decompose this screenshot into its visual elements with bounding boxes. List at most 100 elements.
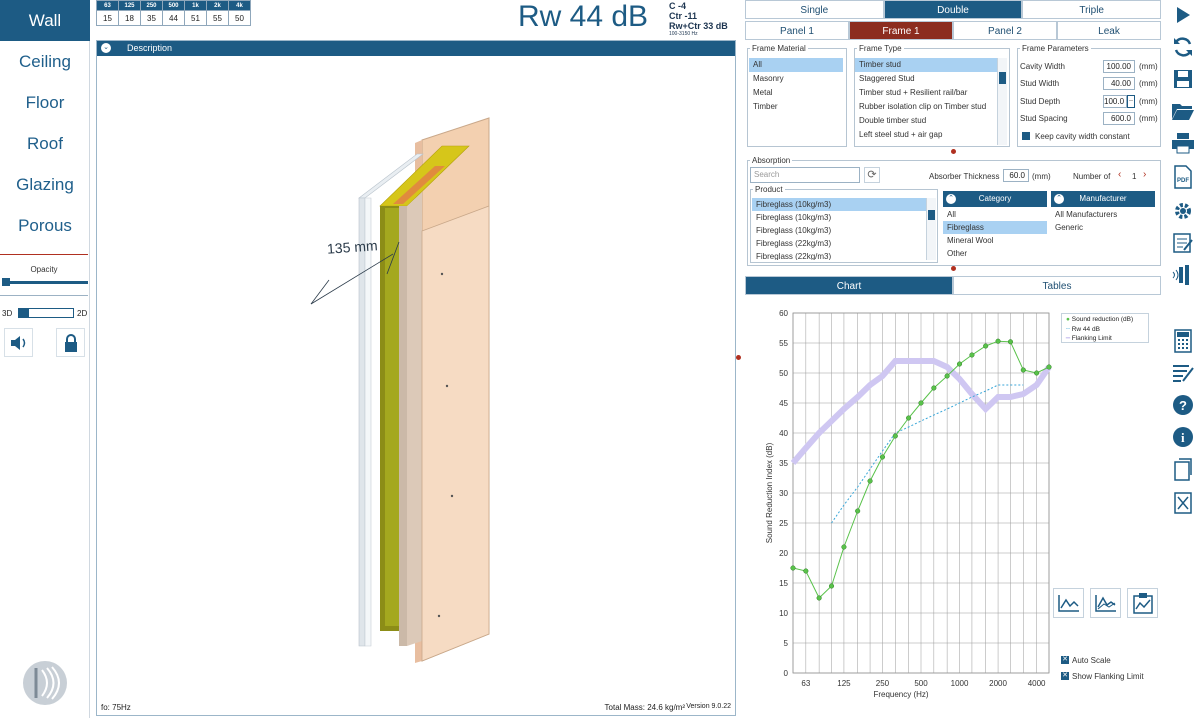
sound-wave-icon[interactable] bbox=[1168, 260, 1198, 290]
list-item[interactable]: Staggered Stud bbox=[855, 72, 1007, 86]
list-item[interactable]: All Manufacturers bbox=[1051, 208, 1155, 221]
decrement-icon[interactable]: ‹ bbox=[1118, 169, 1121, 180]
list-item[interactable]: Fibreglass bbox=[943, 221, 1047, 234]
list-item[interactable]: Other bbox=[943, 247, 1047, 260]
stud-width-input[interactable]: 40.00 bbox=[1103, 77, 1135, 90]
y-tick-label: 60 bbox=[779, 309, 788, 318]
refresh-icon[interactable] bbox=[1168, 32, 1198, 62]
auto-scale-checkbox[interactable]: ✕ bbox=[1061, 656, 1069, 664]
list-edit-icon[interactable] bbox=[1168, 358, 1198, 388]
category-list[interactable]: All Fibreglass Mineral Wool Other bbox=[943, 208, 1047, 264]
open-folder-icon[interactable] bbox=[1168, 96, 1198, 126]
tab-leak[interactable]: Leak bbox=[1057, 21, 1161, 40]
list-item[interactable]: Mineral Wool bbox=[943, 234, 1047, 247]
x-tick-label: 1000 bbox=[951, 679, 969, 688]
rw-ctr-value: Rw+Ctr 33 dB bbox=[669, 21, 728, 31]
nav-wall[interactable]: Wall bbox=[0, 0, 90, 41]
keep-cavity-label: Keep cavity width constant bbox=[1035, 132, 1130, 141]
absorber-thickness-input[interactable]: 60.0 bbox=[1003, 169, 1029, 182]
manufacturer-list[interactable]: All Manufacturers Generic bbox=[1051, 208, 1155, 238]
info-icon[interactable]: i bbox=[1168, 422, 1198, 452]
help-icon[interactable]: ? bbox=[1168, 390, 1198, 420]
tab-tables[interactable]: Tables bbox=[953, 276, 1161, 295]
copy-icon[interactable] bbox=[1168, 454, 1198, 484]
edit-notes-icon[interactable] bbox=[1168, 228, 1198, 258]
delete-document-icon[interactable] bbox=[1168, 488, 1198, 518]
list-item[interactable]: Timber bbox=[749, 100, 843, 114]
list-item[interactable]: Fibreglass (10kg/m3) bbox=[752, 211, 936, 224]
3d-viewport[interactable]: ⌄ Description 135 mm fo: 75Hz Total Mass… bbox=[96, 40, 736, 716]
list-item[interactable]: Timber stud + Resilient rail/bar bbox=[855, 86, 1007, 100]
chevron-up-icon[interactable]: ⌃ bbox=[1054, 194, 1064, 204]
play-icon[interactable] bbox=[1168, 0, 1198, 30]
octave-value-cell: 55 bbox=[206, 10, 229, 26]
list-item[interactable]: Double timber stud bbox=[855, 114, 1007, 128]
scrollbar[interactable] bbox=[926, 198, 936, 260]
tab-panel-1[interactable]: Panel 1 bbox=[745, 21, 849, 40]
show-flanking-checkbox[interactable]: ✕ bbox=[1061, 672, 1069, 680]
view-dimension-toggle[interactable] bbox=[18, 308, 74, 318]
increment-icon[interactable]: › bbox=[1143, 169, 1146, 180]
keep-cavity-checkbox[interactable] bbox=[1022, 132, 1030, 140]
frame-type-list[interactable]: Timber stud Staggered Stud Timber stud +… bbox=[855, 58, 1007, 145]
frame-material-list[interactable]: All Masonry Metal Timber bbox=[749, 58, 843, 142]
list-item[interactable]: Timber stud bbox=[855, 58, 1007, 72]
y-tick-label: 35 bbox=[779, 459, 788, 468]
print-icon[interactable] bbox=[1168, 128, 1198, 158]
list-item[interactable]: Metal bbox=[749, 86, 843, 100]
list-item[interactable]: Rubber isolation clip on Timber stud bbox=[855, 100, 1007, 114]
chevron-up-icon[interactable]: ⌃ bbox=[946, 194, 956, 204]
nav-porous[interactable]: Porous bbox=[0, 205, 90, 246]
opacity-slider[interactable] bbox=[2, 281, 88, 284]
list-item[interactable]: Fibreglass (10kg/m3) bbox=[752, 224, 936, 237]
scrollbar[interactable] bbox=[997, 58, 1007, 145]
cavity-width-input[interactable]: 100.00 bbox=[1103, 60, 1135, 73]
list-item[interactable]: Left steel stud + air gap bbox=[855, 128, 1007, 142]
nav-ceiling[interactable]: Ceiling bbox=[0, 41, 90, 82]
list-item[interactable]: All bbox=[943, 208, 1047, 221]
list-item[interactable]: Masonry bbox=[749, 72, 843, 86]
category-header[interactable]: ⌃ Category bbox=[943, 191, 1047, 207]
list-item[interactable]: Fibreglass (22kg/m3) bbox=[752, 250, 936, 260]
listen-icon[interactable] bbox=[56, 328, 85, 357]
refresh-icon[interactable]: ⟳ bbox=[864, 167, 880, 183]
manufacturer-header[interactable]: ⌃ Manufacturer bbox=[1051, 191, 1155, 207]
list-item[interactable]: Fibreglass (10kg/m3) bbox=[752, 198, 936, 211]
chart-clipboard-icon[interactable] bbox=[1127, 588, 1158, 618]
tab-single[interactable]: Single bbox=[745, 0, 884, 19]
manufacturer-header-label: Manufacturer bbox=[1079, 194, 1127, 203]
search-input[interactable]: Search bbox=[750, 167, 860, 183]
product-list[interactable]: Fibreglass (10kg/m3) Fibreglass (10kg/m3… bbox=[752, 198, 936, 260]
chart-line-icon[interactable] bbox=[1053, 588, 1084, 618]
tab-panel-2[interactable]: Panel 2 bbox=[953, 21, 1057, 40]
list-item[interactable]: Fibreglass (22kg/m3) bbox=[752, 237, 936, 250]
stud-depth-input[interactable]: 100.0 bbox=[1103, 95, 1127, 108]
settings-gear-icon[interactable] bbox=[1168, 196, 1198, 226]
speaker-icon[interactable] bbox=[4, 328, 33, 357]
tab-frame-1[interactable]: Frame 1 bbox=[849, 21, 953, 40]
splitter-handle[interactable] bbox=[951, 266, 956, 271]
pdf-icon[interactable]: PDF bbox=[1168, 162, 1198, 192]
opacity-label: Opacity bbox=[30, 265, 58, 274]
left-navigation: Wall Ceiling Floor Roof Glazing Porous O… bbox=[0, 0, 90, 718]
chevron-down-icon[interactable]: ⌄ bbox=[101, 43, 111, 53]
list-item[interactable]: All bbox=[749, 58, 843, 72]
splitter-handle[interactable] bbox=[736, 355, 741, 360]
nav-glazing[interactable]: Glazing bbox=[0, 164, 90, 205]
nav-roof[interactable]: Roof bbox=[0, 123, 90, 164]
calculator-icon[interactable] bbox=[1168, 326, 1198, 356]
tab-double[interactable]: Double bbox=[883, 0, 1023, 19]
data-point bbox=[956, 361, 963, 367]
chart-compare-icon[interactable] bbox=[1090, 588, 1121, 618]
number-value: 1 bbox=[1132, 172, 1137, 181]
splitter-handle[interactable] bbox=[951, 149, 956, 154]
stud-depth-dropdown[interactable]: ‥ bbox=[1127, 95, 1135, 108]
save-icon[interactable] bbox=[1168, 64, 1198, 94]
nav-floor[interactable]: Floor bbox=[0, 82, 90, 123]
opacity-slider-handle[interactable] bbox=[2, 278, 10, 286]
list-item[interactable]: Generic bbox=[1051, 221, 1155, 234]
stud-spacing-input[interactable]: 600.0 bbox=[1103, 112, 1135, 125]
tab-triple[interactable]: Triple bbox=[1022, 0, 1162, 19]
tab-chart[interactable]: Chart bbox=[745, 276, 953, 295]
description-bar[interactable]: ⌄ Description bbox=[97, 41, 735, 56]
